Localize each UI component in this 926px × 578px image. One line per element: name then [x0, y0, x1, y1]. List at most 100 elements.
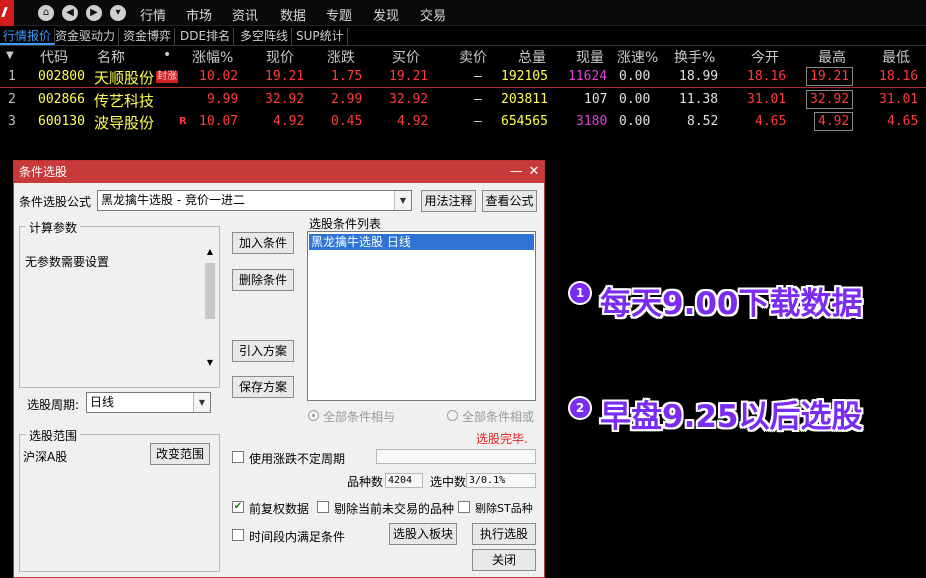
low: 31.01 — [879, 92, 919, 107]
table-row[interactable]: 2 002866 传艺科技 9.99 32.92 2.99 32.92 — 20… — [0, 89, 926, 111]
scroll-up-icon[interactable]: ▲ — [203, 247, 217, 256]
tab-fund-game[interactable]: 资金博弈 — [120, 28, 176, 45]
radio-or[interactable] — [447, 410, 458, 421]
dropdown-icon[interactable]: ▾ — [110, 5, 126, 21]
volume: 203811 — [501, 92, 548, 107]
execute-button[interactable]: 执行选股 — [472, 523, 536, 545]
radio-or-label: 全部条件相或 — [462, 410, 535, 424]
chevron-down-icon[interactable]: ▼ — [394, 191, 411, 210]
stock-code: 600130 — [38, 114, 85, 129]
view-formula-button[interactable]: 查看公式 — [482, 190, 537, 212]
stock-code: 002800 — [38, 69, 85, 84]
stock-name: 传艺科技 — [94, 92, 155, 110]
selected-label: 选中数 — [430, 475, 467, 489]
uncertain-period-checkbox[interactable] — [232, 451, 244, 463]
menu-quotes[interactable]: 行情 — [140, 5, 166, 24]
uncertain-period-field[interactable] — [376, 449, 536, 464]
col-turnover[interactable]: 换手% — [674, 47, 715, 67]
back-icon[interactable]: ◀ — [62, 5, 78, 21]
table-row[interactable]: 3 600130 波导股份 R 10.07 4.92 0.45 4.92 — 6… — [0, 111, 926, 133]
import-scheme-button[interactable]: 引入方案 — [232, 340, 294, 362]
top-toolbar: ⌂ ◀ ▶ ▾ 行情 市场 资讯 数据 专题 发现 交易 — [0, 0, 926, 26]
col-change[interactable]: 涨跌 — [327, 47, 355, 67]
turnover: 18.99 — [679, 69, 719, 84]
forward-icon[interactable]: ▶ — [86, 5, 102, 21]
menu-discover[interactable]: 发现 — [373, 5, 399, 24]
col-speed[interactable]: 涨速% — [617, 47, 658, 67]
params-group: 计算参数 无参数需要设置 ▲ ▼ — [19, 219, 220, 388]
usage-notes-button[interactable]: 用法注释 — [421, 190, 476, 212]
condition-list[interactable]: 黑龙擒牛选股 日线 — [307, 231, 536, 401]
stock-name: 波导股份 — [94, 114, 155, 132]
speed: 0.00 — [619, 92, 651, 107]
save-scheme-button[interactable]: 保存方案 — [232, 376, 294, 398]
formula-label: 条件选股公式 — [19, 195, 92, 209]
range-group: 选股范围 沪深A股 改变范围 — [19, 427, 220, 572]
pct-change: 10.07 — [199, 114, 239, 129]
col-low[interactable]: 最低 — [882, 47, 910, 67]
menu-market[interactable]: 市场 — [186, 5, 212, 24]
range-title: 选股范围 — [26, 427, 81, 444]
tab-quotes[interactable]: 行情报价 — [0, 28, 56, 45]
chevron-down-icon[interactable]: ▼ — [193, 393, 210, 412]
tab-fund-drive[interactable]: 资金驱动力 — [52, 28, 120, 45]
radio-and[interactable] — [308, 410, 319, 421]
time-range-checkbox[interactable] — [232, 529, 244, 541]
count-value: 4204 — [385, 473, 423, 488]
dialog-title-bar[interactable]: 条件选股 — [14, 161, 544, 183]
menu-trade[interactable]: 交易 — [420, 5, 446, 24]
col-ask[interactable]: 卖价 — [459, 47, 487, 67]
tab-long-short[interactable]: 多空阵线 — [237, 28, 293, 45]
col-open[interactable]: 今开 — [751, 47, 779, 67]
step-badge-1: 1 — [568, 281, 592, 305]
minimize-icon[interactable]: — — [508, 161, 524, 183]
adjusted-data-checkbox[interactable]: ✔ — [232, 501, 244, 513]
col-bid[interactable]: 买价 — [392, 47, 420, 67]
scroll-down-icon[interactable]: ▼ — [203, 358, 217, 367]
close-icon[interactable]: ✕ — [526, 161, 542, 183]
col-code[interactable]: 代码 — [40, 47, 68, 67]
adjusted-data-label: 前复权数据 — [249, 502, 310, 516]
home-icon[interactable]: ⌂ — [38, 5, 54, 21]
formula-select[interactable]: 黑龙擒牛选股 - 竞价一进二 ▼ — [97, 190, 412, 211]
exclude-st-checkbox[interactable] — [458, 501, 470, 513]
bid: 19.21 — [389, 69, 429, 84]
scroll-thumb[interactable] — [205, 263, 215, 319]
params-scrollbar[interactable]: ▲ ▼ — [203, 247, 217, 367]
open: 4.65 — [755, 114, 787, 129]
margin-badge: R — [179, 116, 187, 127]
col-pct[interactable]: 涨幅% — [192, 47, 233, 67]
turnover: 8.52 — [687, 114, 719, 129]
sort-arrow-icon[interactable]: ▼ — [6, 50, 14, 61]
tab-sup-stats[interactable]: SUP统计 — [293, 28, 348, 45]
tab-strip: 行情报价 资金驱动力 资金博弈 DDE排名 多空阵线 SUP统计 — [0, 26, 926, 46]
high: 19.21 — [806, 67, 854, 86]
period-select[interactable]: 日线 ▼ — [86, 392, 211, 413]
status-text: 选股完毕. — [476, 432, 528, 446]
col-volume[interactable]: 总量 — [518, 47, 546, 67]
col-price[interactable]: 现价 — [266, 47, 294, 67]
col-name[interactable]: 名称 — [97, 47, 125, 67]
menu-topics[interactable]: 专题 — [326, 5, 352, 24]
step-badge-2: 2 — [568, 396, 592, 420]
table-row[interactable]: 1 002800 天顺股份 封涨 10.02 19.21 1.75 19.21 … — [0, 66, 926, 88]
add-to-block-button[interactable]: 选股入板块 — [389, 523, 457, 545]
col-high[interactable]: 最高 — [818, 47, 846, 67]
menu-data[interactable]: 数据 — [280, 5, 306, 24]
list-item[interactable]: 黑龙擒牛选股 日线 — [309, 234, 534, 250]
row-index: 3 — [8, 114, 16, 129]
app-logo — [0, 0, 14, 26]
bid: 4.92 — [397, 114, 429, 129]
range-value: 沪深A股 — [23, 450, 68, 464]
col-dot[interactable]: • — [163, 47, 171, 63]
change-range-button[interactable]: 改变范围 — [150, 443, 210, 465]
turnover: 11.38 — [679, 92, 719, 107]
delete-condition-button[interactable]: 删除条件 — [232, 269, 294, 291]
col-current-volume[interactable]: 现量 — [576, 47, 604, 67]
speed: 0.00 — [619, 69, 651, 84]
close-button[interactable]: 关闭 — [472, 549, 536, 571]
menu-news[interactable]: 资讯 — [232, 5, 258, 24]
exclude-nontrading-checkbox[interactable] — [317, 501, 329, 513]
tab-dde-rank[interactable]: DDE排名 — [177, 28, 235, 45]
add-condition-button[interactable]: 加入条件 — [232, 232, 294, 254]
